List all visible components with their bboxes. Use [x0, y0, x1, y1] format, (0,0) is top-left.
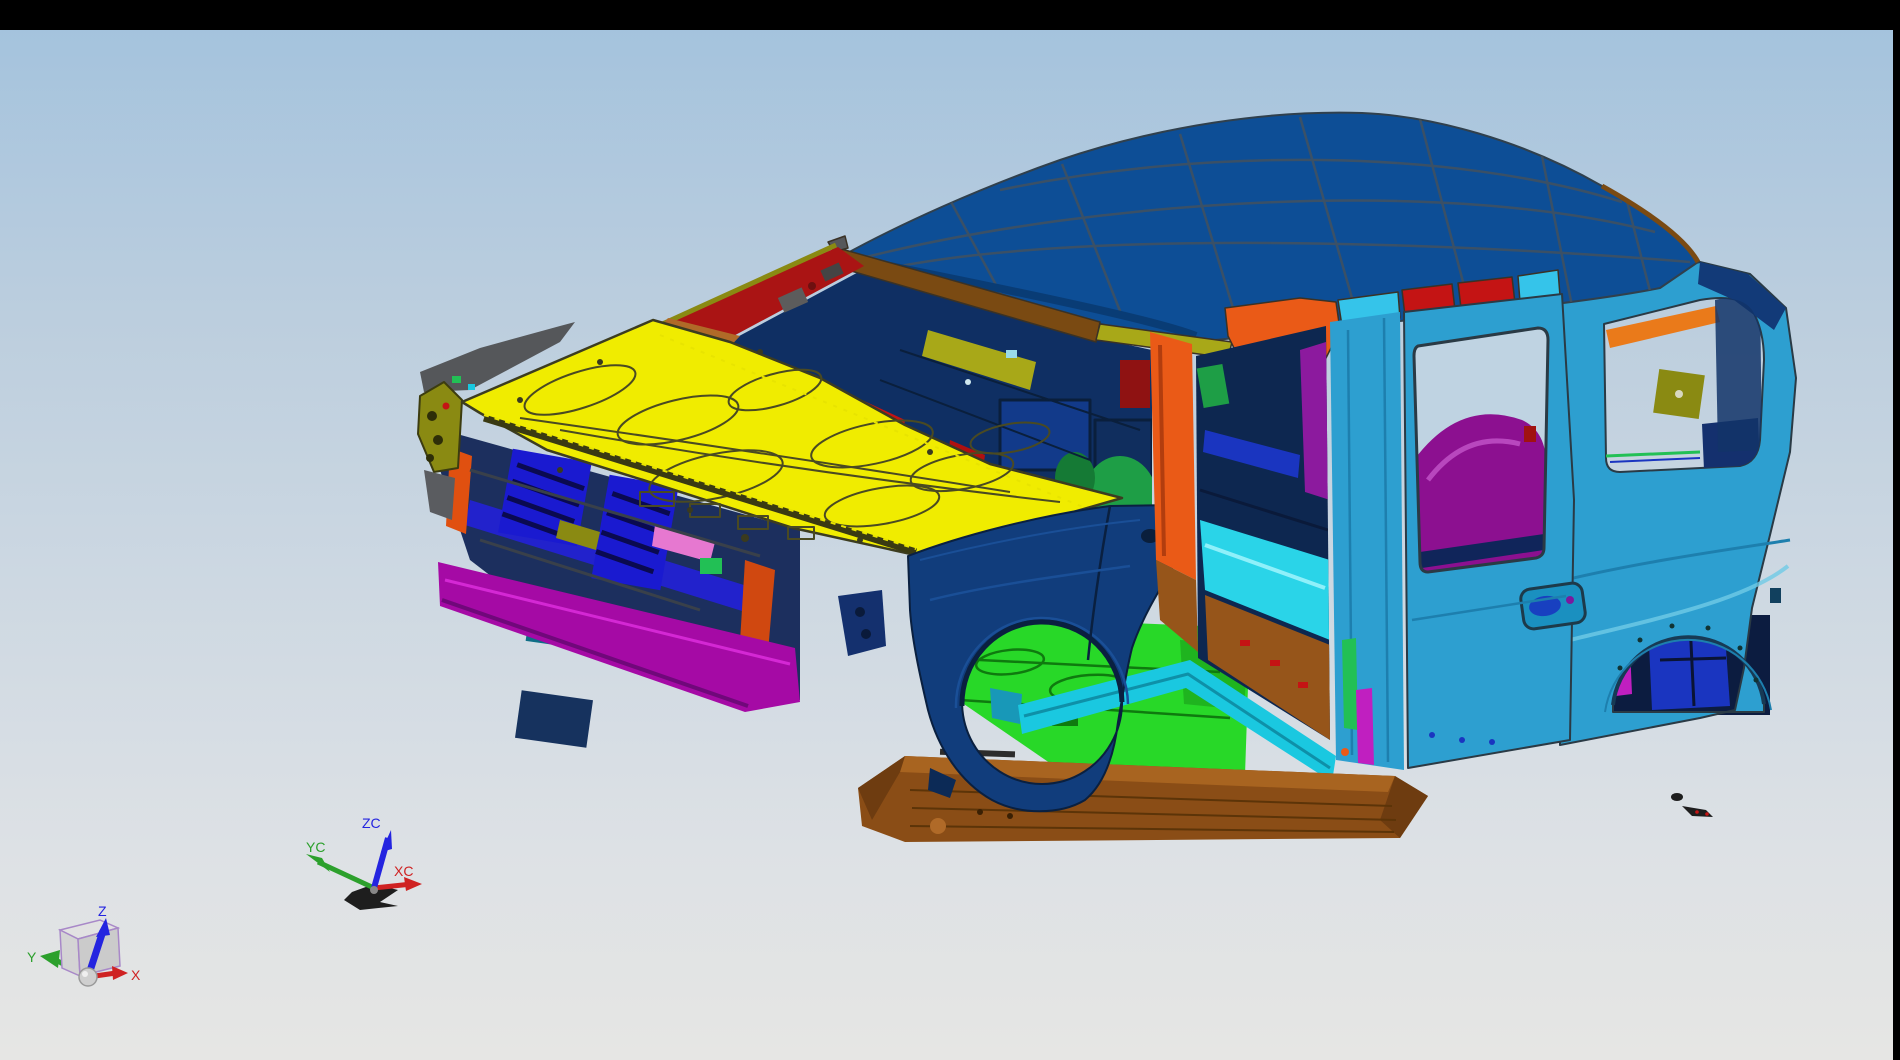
viewport-canvas[interactable]: ZC YC XC Z Y X [0, 0, 1900, 1060]
view-y-label: Y [27, 949, 37, 965]
view-x-label: X [131, 967, 141, 983]
wcs-y-label: YC [306, 839, 325, 855]
wcs-z-label: ZC [362, 815, 381, 831]
view-z-label: Z [98, 903, 107, 919]
b-pillar [1330, 312, 1404, 770]
cad-application-window: ZC YC XC Z Y X [0, 0, 1900, 1060]
top-chrome-bar [0, 0, 1900, 30]
rear-door[interactable] [1404, 294, 1586, 768]
wcs-x-label: XC [394, 863, 413, 879]
right-chrome-bar [1893, 0, 1900, 1060]
